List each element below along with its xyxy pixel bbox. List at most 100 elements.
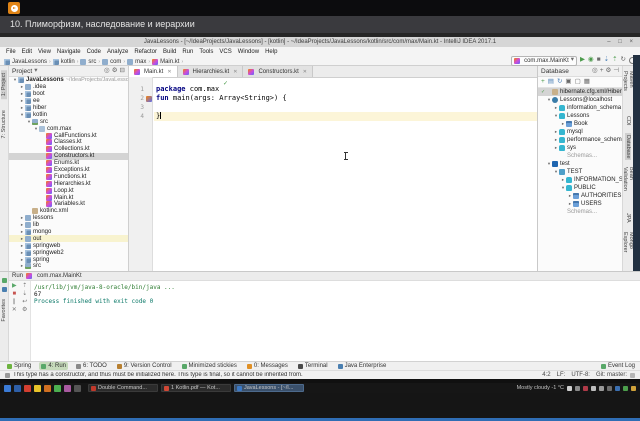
toolwindow-bar-button[interactable]: 6: TODO: [74, 362, 109, 370]
project-tree-item[interactable]: ▸springweb2: [9, 249, 128, 256]
project-tree-item[interactable]: Classes.kt: [9, 139, 128, 146]
launcher-app-icon[interactable]: [74, 385, 81, 392]
code-area[interactable]: package com.max fun main(args: Array<Str…: [154, 77, 537, 271]
add-datasource-icon[interactable]: +: [541, 79, 545, 86]
project-tree-item[interactable]: ▾src: [9, 118, 128, 125]
revert-icon[interactable]: ↻: [621, 57, 626, 64]
project-tree-item[interactable]: Enums.kt: [9, 160, 128, 167]
project-tree-item[interactable]: Main.kt: [9, 194, 128, 201]
lock-icon[interactable]: [630, 373, 635, 378]
clock-tray-icon[interactable]: [631, 386, 636, 391]
stop-icon[interactable]: ▢: [575, 79, 581, 86]
up-stack-icon[interactable]: ⇡: [22, 283, 27, 289]
project-tree-item[interactable]: ▸spring: [9, 256, 128, 263]
toolwindow-bar-button[interactable]: 4: Run: [39, 362, 68, 370]
toolwindow-button[interactable]: JPA: [625, 211, 631, 225]
toolwindow-bar-button[interactable]: Minimized stickies: [180, 362, 239, 370]
ide-window-buttons[interactable]: – □ ×: [607, 37, 636, 47]
project-tree-item[interactable]: ▸src: [9, 263, 128, 270]
code-editor[interactable]: Main.kt✕Hierarchies.kt✕Constructors.kt✕ …: [129, 66, 537, 271]
settings-gear-icon[interactable]: ⚙: [606, 68, 612, 75]
launcher-app-icon[interactable]: [64, 385, 71, 392]
console-icon[interactable]: ▣: [565, 79, 571, 86]
coverage-button[interactable]: ◉: [588, 57, 594, 64]
project-tree-item[interactable]: ▸lib: [9, 222, 128, 229]
breadcrumb-item[interactable]: com›: [102, 59, 127, 65]
project-tree-item[interactable]: Hierarchies.kt: [9, 180, 128, 187]
table-view-icon[interactable]: ▦: [584, 79, 590, 86]
database-tree-item[interactable]: ▸information_schema: [538, 104, 622, 112]
menu-item[interactable]: VCS: [216, 49, 234, 55]
toolwindow-button[interactable]: Database: [625, 133, 631, 161]
keyboard-tray-icon[interactable]: [575, 386, 580, 391]
vcs-commit-icon[interactable]: ⇡: [612, 57, 617, 64]
taskbar-window-button[interactable]: Double Command...: [88, 384, 158, 392]
video-frame[interactable]: JavaLessons - [~/IdeaProjects/JavaLesson…: [0, 33, 640, 393]
statusbar-grip-icon[interactable]: [5, 373, 10, 378]
editor-tab[interactable]: Main.kt✕: [129, 66, 178, 77]
toolwindow-bar-button[interactable]: Java Enterprise: [336, 362, 389, 370]
pause-output-icon[interactable]: ∥: [13, 299, 16, 305]
launcher-app-icon[interactable]: [24, 385, 31, 392]
project-tree-item[interactable]: Constructors.kt: [9, 153, 128, 160]
database-tree-item[interactable]: ▸USERS: [538, 200, 622, 208]
datasource-properties-icon[interactable]: ▤: [548, 79, 554, 86]
ejb-toolwindow-icon[interactable]: [2, 287, 7, 292]
status-widget[interactable]: 4:2: [542, 372, 550, 378]
workspace-switcher-icon[interactable]: [4, 385, 11, 392]
project-tree-item[interactable]: Exceptions.kt: [9, 167, 128, 174]
menu-item[interactable]: Tools: [196, 49, 216, 55]
stop-button[interactable]: ■: [597, 57, 601, 64]
database-tree-item[interactable]: Schemas...: [538, 208, 622, 216]
run-console-output[interactable]: /usr/lib/jvm/java-8-oracle/bin/java ... …: [34, 284, 634, 359]
kotlin-run-gutter-icon[interactable]: [146, 96, 152, 102]
toolwindow-button[interactable]: 1: Project: [1, 70, 7, 99]
database-tree-item[interactable]: ▸Book: [538, 120, 622, 128]
database-tree-item[interactable]: ▸INFORMATION_SCHEMA: [538, 176, 622, 184]
project-tree-item[interactable]: ▸lessons: [9, 215, 128, 222]
close-tab-icon[interactable]: ✕: [303, 69, 307, 75]
stop-icon[interactable]: ■: [12, 291, 16, 297]
project-tree-item[interactable]: ▸mongo: [9, 229, 128, 236]
menu-item[interactable]: Window: [235, 49, 262, 55]
bluetooth-tray-icon[interactable]: [615, 386, 620, 391]
database-tree-item[interactable]: ▾TEST: [538, 168, 622, 176]
database-tree-item[interactable]: ✓hibernate.cfg.xml/Hibernate: [538, 88, 622, 96]
database-tree-item[interactable]: ▸AUTHORITIES: [538, 192, 622, 200]
run-configuration-select[interactable]: com.max.MainKt▾: [511, 56, 577, 66]
messaging-tray-icon[interactable]: [623, 386, 628, 391]
editor-tab[interactable]: Constructors.kt✕: [243, 66, 313, 77]
project-tree-item[interactable]: ▸hiber: [9, 105, 128, 112]
volume-tray-icon[interactable]: [599, 386, 604, 391]
breadcrumb-item[interactable]: Main.kt›: [152, 59, 185, 65]
close-icon[interactable]: ✕: [12, 307, 17, 313]
project-tree-item[interactable]: ▾com.max: [9, 125, 128, 132]
close-tab-icon[interactable]: ✕: [233, 69, 237, 75]
database-tree-item[interactable]: ▾Lessons: [538, 112, 622, 120]
hide-panel-icon[interactable]: ⊣: [613, 68, 619, 75]
down-stack-icon[interactable]: ⇣: [22, 291, 27, 297]
database-tree-item[interactable]: ▸mysql: [538, 128, 622, 136]
database-tree-item[interactable]: Schemas...: [538, 152, 622, 160]
status-widget[interactable]: LF:: [557, 372, 566, 378]
flag-tray-icon[interactable]: [583, 386, 588, 391]
network-tray-icon[interactable]: [591, 386, 596, 391]
chevron-down-icon[interactable]: ▾: [34, 68, 37, 75]
collapse-icon[interactable]: ⊟: [120, 68, 125, 75]
toolwindow-bar-button[interactable]: Spring: [5, 362, 33, 370]
toolwindow-button[interactable]: 7: Structure: [1, 107, 7, 141]
vcs-update-icon[interactable]: ⇣: [604, 57, 609, 64]
project-tree-item[interactable]: ▸out: [9, 235, 128, 242]
user-tray-icon[interactable]: [567, 386, 572, 391]
toolwindow-button[interactable]: CDI: [625, 114, 631, 127]
toolwindow-bar-button[interactable]: Terminal: [296, 362, 330, 370]
database-tree-item[interactable]: ▾test: [538, 160, 622, 168]
project-tree-item[interactable]: Loop.kt: [9, 187, 128, 194]
run-tab[interactable]: com.max.MainKt: [37, 273, 82, 279]
database-tree-item[interactable]: ▸performance_schema: [538, 136, 622, 144]
database-tree-item[interactable]: ▸sys: [538, 144, 622, 152]
settings-gear-icon[interactable]: ⚙: [112, 68, 118, 75]
web-toolwindow-icon[interactable]: [2, 278, 7, 283]
database-tree-item[interactable]: ▾Lessons@localhost: [538, 96, 622, 104]
taskbar-window-button[interactable]: JavaLessons - [~/I...: [234, 384, 304, 392]
